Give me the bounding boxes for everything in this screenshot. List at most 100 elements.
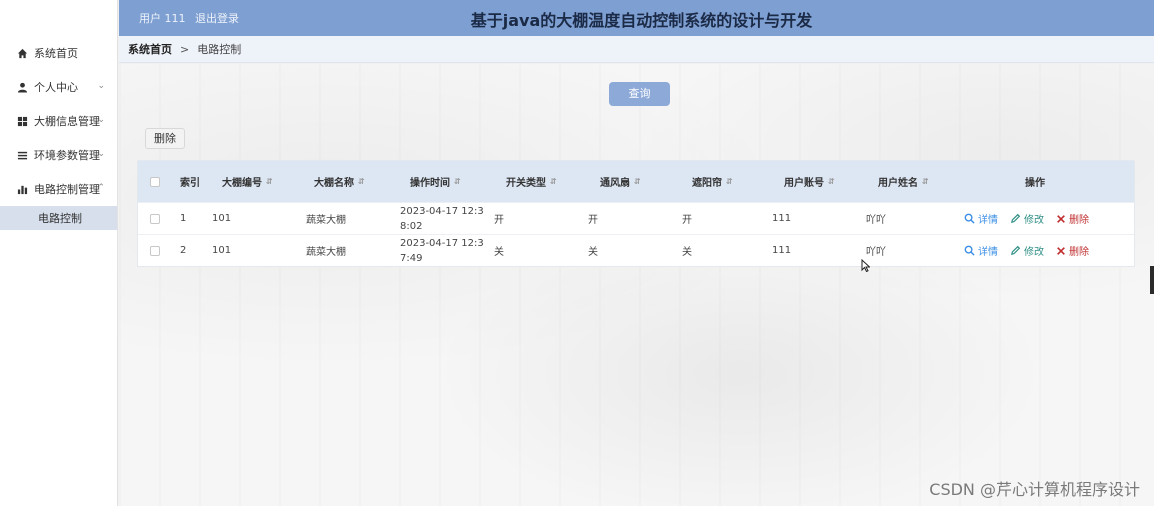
op-time-line1: 2023-04-17 12:3 [400, 237, 484, 249]
pencil-icon [1011, 213, 1021, 223]
delete-button[interactable]: 删除 [1056, 243, 1089, 258]
sort-icon[interactable]: ⇵ [828, 177, 835, 186]
sort-icon[interactable]: ⇵ [454, 177, 461, 186]
row-checkbox[interactable] [150, 245, 160, 256]
header-op-time[interactable]: 操作时间 ⇵ [400, 174, 494, 189]
header-shade[interactable]: 遮阳帘 ⇵ [682, 174, 772, 189]
chevron-up-icon: ⌃ [97, 183, 105, 193]
cell-fan: 开 [588, 215, 598, 226]
sidebar-item-label: 环境参数管理 [34, 149, 100, 162]
close-icon [1057, 246, 1065, 255]
cell-switch-type: 关 [494, 247, 504, 258]
edit-button[interactable]: 修改 [1010, 243, 1044, 258]
top-header: 用户 111 退出登录 基于java的大棚温度自动控制系统的设计与开发 [119, 0, 1154, 36]
chevron-down-icon: ⌄ [97, 149, 105, 159]
pencil-icon [1011, 245, 1021, 255]
delete-button[interactable]: 删除 [1056, 211, 1089, 226]
breadcrumb-home[interactable]: 系统首页 [128, 41, 172, 57]
cell-username: 吖吖 [866, 215, 886, 226]
user-icon [16, 81, 28, 93]
edit-label: 修改 [1024, 215, 1044, 226]
sort-icon[interactable]: ⇵ [266, 177, 273, 186]
sidebar-item-greenhouse-info[interactable]: 大棚信息管理 ⌄ [0, 104, 117, 138]
table-row: 2 101 蔬菜大棚 2023-04-17 12:3 7:49 关 关 关 111… [138, 234, 1134, 266]
row-select-cell [138, 213, 172, 224]
data-table: 索引 大棚编号 ⇵ 大棚名称 ⇵ 操作时间 ⇵ 开关类型 ⇵ 通风扇 ⇵ 遮阳帘 ⇵ 用户账… [137, 160, 1135, 267]
sort-icon[interactable]: ⇵ [634, 177, 641, 186]
cell-op-time: 2023-04-17 12:3 7:49 [400, 236, 494, 266]
scrollbar-handle[interactable] [1150, 266, 1154, 294]
sidebar-subitem-circuit-control[interactable]: 电路控制 [0, 206, 117, 230]
cell-op-time: 2023-04-17 12:3 8:02 [400, 204, 494, 234]
sidebar-item-label: 大棚信息管理 [34, 115, 100, 128]
select-all-checkbox[interactable] [150, 176, 160, 187]
mouse-cursor-icon [861, 259, 870, 272]
sidebar-item-label: 电路控制管理 [34, 183, 100, 196]
header-label: 用户姓名 [878, 178, 918, 189]
header-label: 大棚编号 [222, 178, 262, 189]
select-all-cell [138, 176, 172, 187]
list-icon [16, 149, 28, 161]
breadcrumb: 系统首页 > 电路控制 [119, 36, 1154, 63]
header-username[interactable]: 用户姓名 ⇵ [866, 174, 960, 189]
header-fan[interactable]: 通风扇 ⇵ [588, 174, 682, 189]
header-ops: 操作 [960, 174, 1130, 189]
cell-index: 1 [180, 213, 187, 224]
grid-icon [16, 115, 28, 127]
header-label: 大棚名称 [314, 178, 354, 189]
cell-fan: 关 [588, 247, 598, 258]
query-button[interactable]: 查询 [609, 82, 670, 106]
header-greenhouse-no[interactable]: 大棚编号 ⇵ [212, 174, 306, 189]
bar-chart-icon [16, 183, 28, 195]
sidebar-item-label: 个人中心 [34, 81, 78, 94]
breadcrumb-current: 电路控制 [197, 43, 242, 56]
header-switch-type[interactable]: 开关类型 ⇵ [494, 174, 588, 189]
table-header: 索引 大棚编号 ⇵ 大棚名称 ⇵ 操作时间 ⇵ 开关类型 ⇵ 通风扇 ⇵ 遮阳帘 ⇵ 用户账… [138, 161, 1134, 202]
header-index-label: 索引 [180, 178, 200, 189]
edit-button[interactable]: 修改 [1010, 211, 1044, 226]
main-content: 查询 删除 索引 大棚编号 ⇵ 大棚名称 ⇵ 操作时间 ⇵ 开关类型 ⇵ 通风扇 ⇵ 遮阳… [119, 64, 1154, 506]
sidebar-item-home[interactable]: 系统首页 [0, 36, 117, 70]
detail-label: 详情 [978, 247, 998, 258]
detail-label: 详情 [978, 215, 998, 226]
sidebar-item-circuit-control[interactable]: 电路控制管理 ⌃ [0, 172, 117, 206]
sort-icon[interactable]: ⇵ [922, 177, 929, 186]
delete-label: 删除 [1069, 215, 1089, 226]
watermark: CSDN @芹心计算机程序设计 [929, 480, 1140, 499]
breadcrumb-separator: > [180, 42, 190, 56]
search-icon [964, 245, 975, 256]
detail-button[interactable]: 详情 [964, 243, 998, 258]
cell-shade: 开 [682, 215, 692, 226]
header-label: 操作时间 [410, 178, 450, 189]
op-time-line2: 8:02 [400, 220, 423, 232]
table-row: 1 101 蔬菜大棚 2023-04-17 12:3 8:02 开 开 开 111… [138, 202, 1134, 234]
cell-greenhouse-no: 101 [212, 213, 232, 224]
cell-account: 111 [772, 245, 792, 256]
cell-greenhouse-no: 101 [212, 245, 232, 256]
cell-greenhouse-name: 蔬菜大棚 [306, 247, 346, 258]
op-time-line2: 7:49 [400, 252, 423, 264]
op-time-line1: 2023-04-17 12:3 [400, 205, 484, 217]
header-greenhouse-name[interactable]: 大棚名称 ⇵ [306, 174, 400, 189]
edit-label: 修改 [1024, 247, 1044, 258]
detail-button[interactable]: 详情 [964, 211, 998, 226]
sidebar: 系统首页 个人中心 ⌄ 大棚信息管理 ⌄ 环境参数管理 ⌄ 电路控制管理 ⌃ 电… [0, 0, 118, 506]
header-label: 用户账号 [784, 178, 824, 189]
cell-username: 吖吖 [866, 247, 886, 258]
sidebar-subitem-label: 电路控制 [38, 212, 82, 225]
header-label: 遮阳帘 [692, 178, 722, 189]
sidebar-item-env-params[interactable]: 环境参数管理 ⌄ [0, 138, 117, 172]
header-index: 索引 [172, 174, 212, 189]
cell-index: 2 [180, 245, 187, 256]
sort-icon[interactable]: ⇵ [550, 177, 557, 186]
batch-delete-button[interactable]: 删除 [145, 128, 185, 149]
header-label: 开关类型 [506, 178, 546, 189]
cell-ops: 详情 修改 删除 [960, 211, 1130, 226]
chevron-down-icon: ⌄ [97, 81, 105, 91]
row-checkbox[interactable] [150, 213, 160, 224]
sort-icon[interactable]: ⇵ [726, 177, 733, 186]
sort-icon[interactable]: ⇵ [358, 177, 365, 186]
header-account[interactable]: 用户账号 ⇵ [772, 174, 866, 189]
sidebar-item-personal[interactable]: 个人中心 ⌄ [0, 70, 117, 104]
cell-account: 111 [772, 213, 792, 224]
